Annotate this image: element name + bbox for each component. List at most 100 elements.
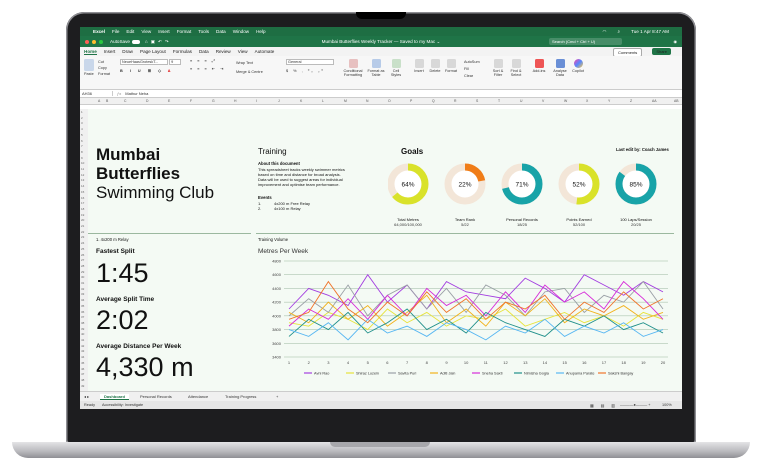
column-header[interactable]: AB (674, 99, 679, 103)
menu-insert[interactable]: Insert (158, 29, 170, 34)
align-top-icons[interactable]: ≡ ≡ ≡ ⤢ (190, 59, 225, 63)
menu-data[interactable]: Data (216, 29, 226, 34)
menu-app-name[interactable]: Excel (93, 29, 105, 34)
format-table-button[interactable]: Format as Table (366, 59, 386, 77)
wrap-text-button[interactable]: Wrap Text (236, 59, 263, 68)
number-format-select[interactable]: General (286, 59, 334, 65)
paste-icon[interactable] (84, 59, 94, 71)
column-header[interactable]: O (388, 99, 391, 103)
row-header[interactable]: 19 (81, 213, 84, 217)
fill-button[interactable]: Fill (464, 66, 480, 73)
menu-format[interactable]: Format (177, 29, 192, 34)
row-header[interactable]: 28 (81, 264, 84, 268)
font-color-icon[interactable]: A (168, 69, 174, 73)
tab-formulas[interactable]: Formulas (173, 49, 192, 54)
column-header[interactable]: R (454, 99, 456, 103)
font-size-select[interactable]: 9 (169, 59, 182, 65)
find-select-button[interactable]: Find & Select (508, 59, 524, 77)
tab-draw[interactable]: Draw (122, 49, 133, 54)
prev-sheet-icon[interactable]: ◂ ▸ (84, 394, 89, 399)
row-header[interactable]: 30 (81, 275, 84, 279)
addins-button[interactable]: Add-ins (532, 59, 546, 73)
search-box[interactable]: Search (Cmd + Ctrl + U) (549, 38, 622, 45)
row-header[interactable]: 17 (81, 201, 84, 205)
row-header[interactable]: 45 (81, 361, 84, 365)
row-header[interactable]: 14 (81, 184, 84, 188)
sheet-tab-dashboard[interactable]: Dashboard (100, 394, 129, 400)
column-header[interactable]: Z (630, 99, 632, 103)
row-header[interactable]: 37 (81, 315, 84, 319)
column-header[interactable]: I (256, 99, 257, 103)
column-header[interactable]: Q (432, 99, 435, 103)
row-header[interactable]: 29 (81, 270, 84, 274)
column-header[interactable]: W (564, 99, 567, 103)
column-header[interactable]: T (498, 99, 500, 103)
column-header[interactable]: AA (652, 99, 657, 103)
column-header[interactable]: F (190, 99, 192, 103)
row-header[interactable]: 27 (81, 258, 84, 262)
row-header[interactable]: 47 (81, 372, 84, 376)
row-header[interactable]: 10 (81, 161, 84, 165)
row-header[interactable]: 1 (81, 110, 83, 114)
row-header[interactable]: 9 (81, 156, 83, 160)
tab-home[interactable]: Home (84, 49, 97, 55)
row-header[interactable]: 35 (81, 304, 84, 308)
font-style-buttons[interactable]: B I U ⊞ ◇ A (120, 68, 181, 73)
row-header[interactable]: 21 (81, 224, 84, 228)
tab-data[interactable]: Data (199, 49, 209, 54)
column-header[interactable]: M (344, 99, 347, 103)
analyse-data-button[interactable]: Analyse Data (552, 59, 568, 77)
row-header[interactable]: 41 (81, 338, 84, 342)
sort-filter-button[interactable]: Sort & Filter (490, 59, 506, 77)
column-header[interactable]: S (476, 99, 478, 103)
menu-window[interactable]: Window (233, 29, 249, 34)
column-header[interactable]: J (278, 99, 280, 103)
column-header[interactable]: A (98, 99, 100, 103)
font-name-select[interactable]: NeueHaasGroteskT... (120, 59, 168, 65)
row-header[interactable]: 22 (81, 230, 84, 234)
menu-tools[interactable]: Tools (198, 29, 209, 34)
row-header[interactable]: 16 (81, 196, 84, 200)
row-header[interactable]: 4 (81, 127, 83, 131)
zoom-slider[interactable]: –———●——— + (620, 403, 650, 407)
insert-cells-button[interactable]: Insert (412, 59, 426, 73)
delete-cells-button[interactable]: Delete (428, 59, 442, 73)
search-spotlight-icon[interactable]: ⌕ (618, 29, 621, 35)
menu-view[interactable]: View (141, 29, 151, 34)
column-header[interactable]: P (410, 99, 412, 103)
column-header[interactable]: B (106, 99, 108, 103)
number-format-icons[interactable]: $ % , ⁰₀ ₀⁰ (286, 68, 334, 73)
add-sheet-icon[interactable]: + (276, 394, 278, 399)
row-header[interactable]: 23 (81, 235, 84, 239)
column-header[interactable]: G (212, 99, 215, 103)
row-header[interactable]: 39 (81, 327, 84, 331)
menu-file[interactable]: File (112, 29, 119, 34)
tab-view[interactable]: View (238, 49, 248, 54)
column-header[interactable]: C (124, 99, 126, 103)
merge-centre-button[interactable]: Merge & Centre (236, 68, 263, 77)
row-header[interactable]: 20 (81, 218, 84, 222)
menubar-clock[interactable]: Tue 1 Apr 8:47 AM (631, 29, 669, 35)
format-cells-button[interactable]: Format (444, 59, 458, 73)
zoom-level[interactable]: 100% (662, 403, 672, 407)
row-header[interactable]: 5 (81, 133, 83, 137)
row-header[interactable]: 18 (81, 207, 84, 211)
view-mode-icons[interactable]: ▦ ▤ ▥ (590, 403, 618, 408)
copilot-button[interactable]: Copilot (570, 59, 586, 73)
autosum-button[interactable]: AutoSum (464, 59, 480, 66)
row-header[interactable]: 26 (81, 253, 84, 257)
row-header[interactable]: 6 (81, 139, 83, 143)
wifi-icon[interactable]: ◠ (603, 29, 607, 35)
row-header[interactable]: 15 (81, 190, 84, 194)
row-header[interactable]: 8 (81, 150, 83, 154)
share-button[interactable]: Share (652, 48, 671, 55)
row-header[interactable]: 3 (81, 121, 83, 125)
column-header[interactable]: L (322, 99, 324, 103)
sheet-tab-personal-records[interactable]: Personal Records (140, 394, 172, 399)
tab-insert[interactable]: Insert (104, 49, 116, 54)
row-header[interactable]: 32 (81, 287, 84, 291)
tab-page-layout[interactable]: Page Layout (140, 49, 166, 54)
status-accessibility[interactable]: Accessibility: Investigate (102, 403, 143, 407)
name-box[interactable]: AH36 (80, 91, 113, 96)
format-painter-button[interactable]: Format (98, 71, 110, 77)
